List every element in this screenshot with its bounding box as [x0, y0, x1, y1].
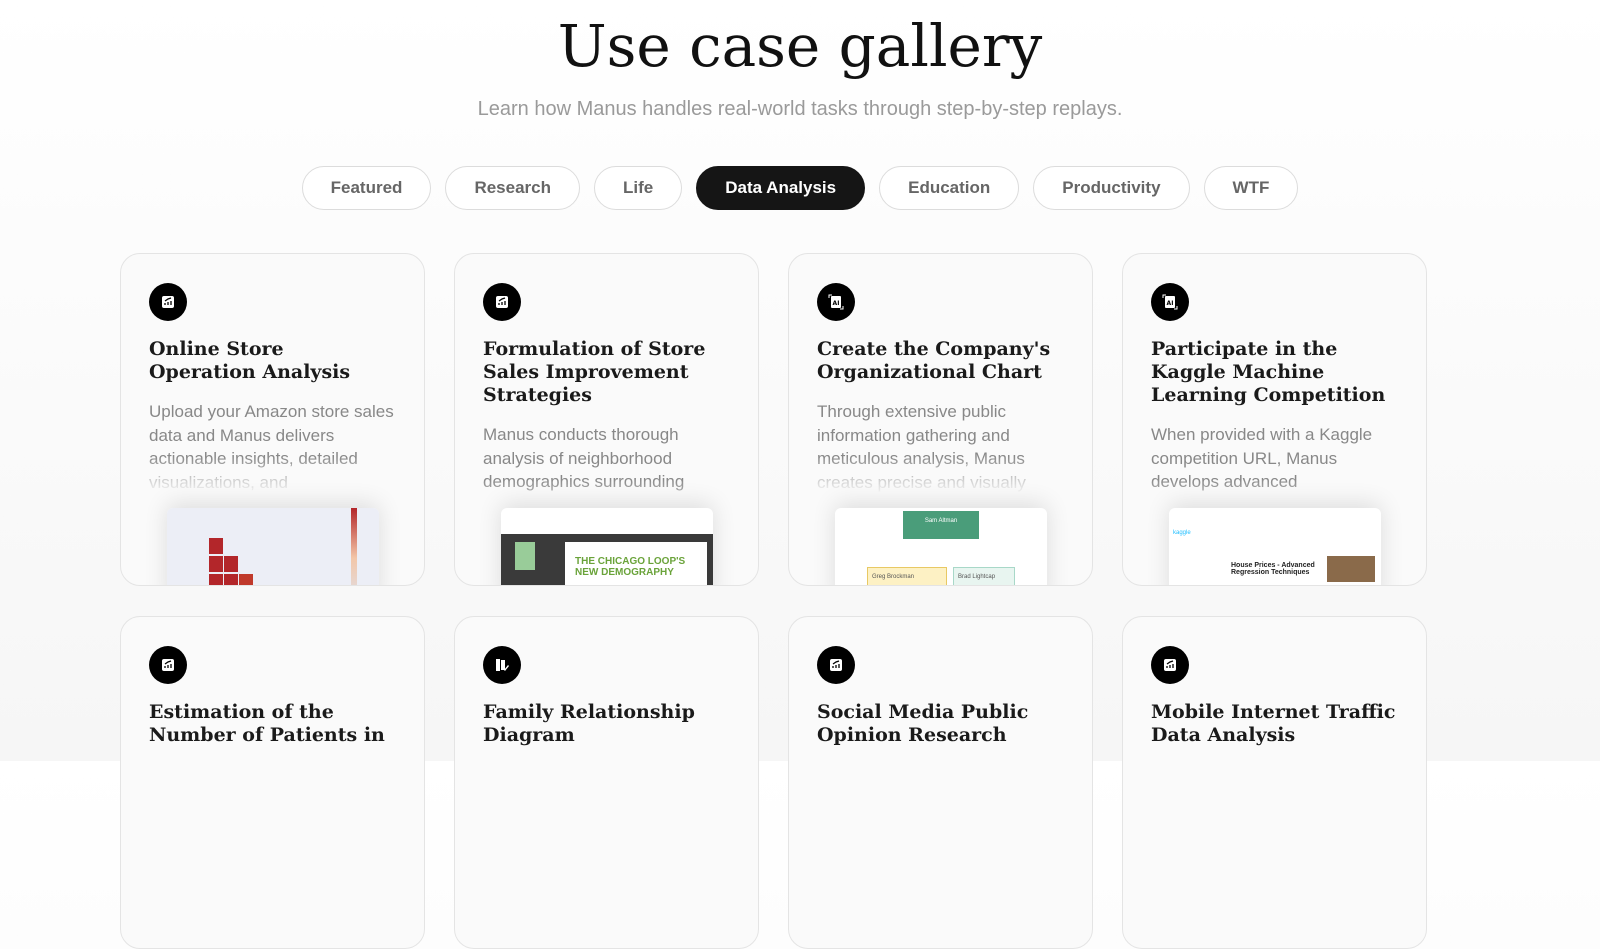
tab-data-analysis[interactable]: Data Analysis	[696, 166, 866, 210]
card-title: Estimation of the Number of Patients in	[149, 701, 385, 746]
tab-life[interactable]: Life	[594, 166, 683, 210]
card-description	[149, 763, 396, 857]
replay-preview: kaggle House Prices - Advanced Regression…	[1169, 508, 1381, 585]
chart-icon	[483, 283, 521, 321]
card-description	[817, 763, 1064, 857]
card-title: Family Relationship Diagram	[483, 701, 695, 746]
pdf-viewer-preview: THE CHICAGO LOOP'S NEW DEMOGRAPHY	[501, 534, 713, 585]
use-case-card[interactable]: AI Participate in the Kaggle Machine Lear…	[1122, 253, 1427, 586]
card-description: Through extensive public information gat…	[817, 402, 1026, 492]
use-case-card[interactable]: Online Store Operation Analysis Upload yo…	[120, 253, 425, 586]
use-case-card[interactable]: Formulation of Store Sales Improvement S…	[454, 253, 759, 586]
page-title: Use case gallery	[557, 12, 1043, 80]
org-node: Sam Altman	[903, 511, 979, 539]
card-description: When provided with a Kaggle competition …	[1151, 425, 1373, 491]
chart-icon	[149, 283, 187, 321]
card-title: Mobile Internet Traffic Data Analysis	[1151, 701, 1396, 746]
card-title: Formulation of Store Sales Improvement S…	[483, 338, 706, 406]
use-case-grid: Online Store Operation Analysis Upload yo…	[120, 253, 1427, 949]
heatmap-preview	[167, 508, 379, 585]
org-node: Greg Brockman	[867, 567, 947, 585]
tab-education[interactable]: Education	[879, 166, 1020, 210]
tab-wtf[interactable]: WTF	[1203, 166, 1299, 210]
tab-productivity[interactable]: Productivity	[1033, 166, 1190, 210]
card-title: Participate in the Kaggle Machine Learni…	[1151, 338, 1386, 406]
kaggle-logo: kaggle	[1173, 530, 1191, 536]
ai-icon: AI	[817, 283, 855, 321]
competition-title: House Prices - Advanced Regression Techn…	[1231, 562, 1315, 576]
chart-icon	[149, 646, 187, 684]
card-description: Manus conducts thorough analysis of neig…	[483, 425, 685, 491]
tab-research[interactable]: Research	[445, 166, 580, 210]
org-node: Brad Lightcap	[953, 567, 1015, 585]
use-case-card[interactable]: Family Relationship Diagram	[454, 616, 759, 949]
tab-featured[interactable]: Featured	[301, 166, 432, 210]
card-description	[1151, 763, 1398, 857]
use-case-card[interactable]: Estimation of the Number of Patients in	[120, 616, 425, 949]
replay-preview: THE CHICAGO LOOP'S NEW DEMOGRAPHY	[501, 508, 713, 585]
replay-preview: Sam Altman Greg Brockman Brad Lightcap	[835, 508, 1047, 585]
use-case-card[interactable]: AI Create the Company's Organizational Ch…	[788, 253, 1093, 586]
page-subtitle: Learn how Manus handles real-world tasks…	[477, 98, 1123, 120]
card-title: Online Store Operation Analysis	[149, 338, 351, 383]
svg-text:AI: AI	[1167, 300, 1174, 307]
chart-icon	[1151, 646, 1189, 684]
category-tabs: Featured Research Life Data Analysis Educati…	[0, 166, 1600, 210]
use-case-card[interactable]: Social Media Public Opinion Research	[788, 616, 1093, 949]
card-title: Create the Company's Organizational Char…	[817, 338, 1051, 383]
card-title: Social Media Public Opinion Research	[817, 701, 1029, 746]
card-description	[483, 763, 730, 857]
replay-preview	[167, 508, 379, 585]
card-description: Upload your Amazon store sales data and …	[149, 402, 394, 492]
svg-text:AI: AI	[833, 300, 840, 307]
pdf-title: THE CHICAGO LOOP'S NEW DEMOGRAPHY	[565, 542, 707, 585]
chart-icon	[817, 646, 855, 684]
ai-icon: AI	[1151, 283, 1189, 321]
map-icon	[483, 646, 521, 684]
use-case-card[interactable]: Mobile Internet Traffic Data Analysis	[1122, 616, 1427, 949]
